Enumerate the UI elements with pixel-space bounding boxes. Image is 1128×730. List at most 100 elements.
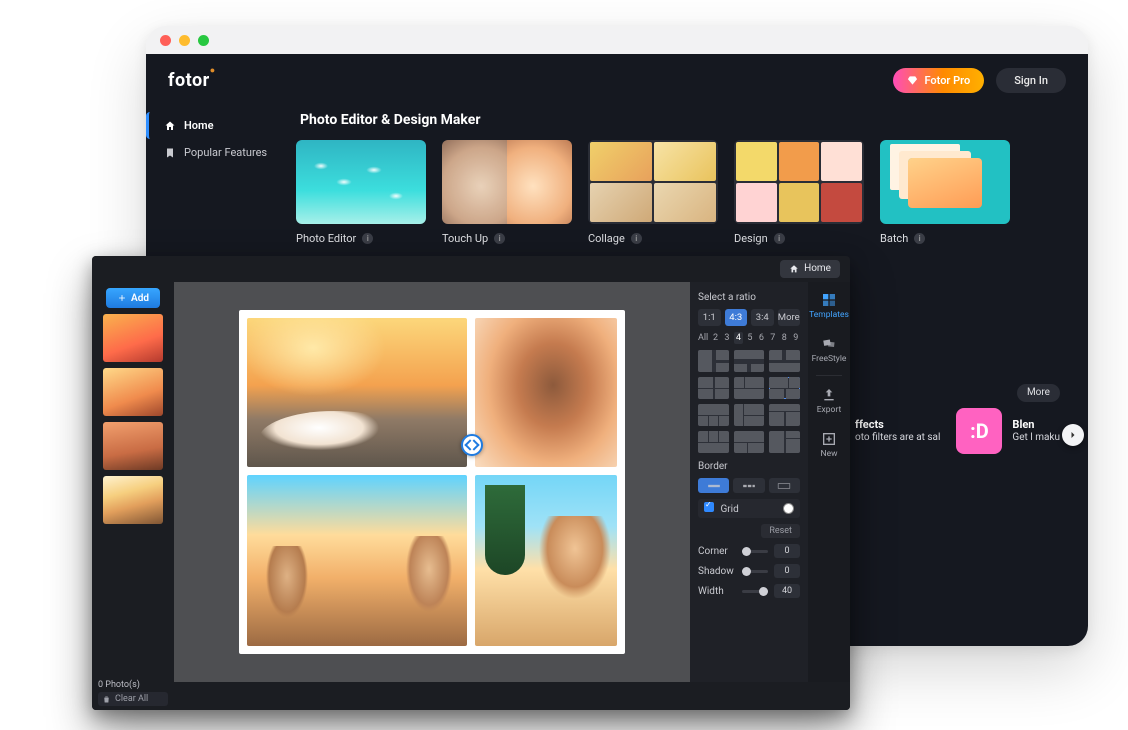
card-thumb [734, 140, 864, 224]
layout-option[interactable] [734, 404, 765, 426]
add-photo-button[interactable]: Add [106, 288, 160, 308]
count-option[interactable]: 6 [757, 332, 765, 344]
brand-logo: fotor● [168, 70, 216, 91]
collage-cell[interactable] [247, 318, 467, 467]
border-mode-option[interactable] [733, 478, 764, 493]
slider-value: 0 [774, 544, 800, 558]
layout-option[interactable] [698, 404, 729, 426]
minimize-traffic-light[interactable] [179, 35, 190, 46]
tray-thumb[interactable] [103, 314, 163, 362]
width-slider[interactable]: Width 40 [698, 584, 800, 598]
promo-chip-effects[interactable]: ffects oto filters are at sal [855, 408, 940, 454]
shadow-slider[interactable]: Shadow 0 [698, 564, 800, 578]
add-photo-label: Add [131, 293, 149, 304]
info-icon[interactable]: i [631, 233, 642, 244]
signin-button[interactable]: Sign In [996, 68, 1066, 93]
layout-option[interactable] [698, 350, 729, 372]
promo-row: ffects oto filters are at sal Blen Get l… [855, 408, 1060, 454]
tab-new[interactable]: New [810, 427, 848, 463]
info-icon[interactable]: i [362, 233, 373, 244]
tab-export[interactable]: Export [810, 383, 848, 419]
card-thumb [442, 140, 572, 224]
reset-button[interactable]: Reset [761, 524, 800, 538]
promo-chip-blend[interactable]: Blen Get l maku [956, 408, 1060, 454]
home-icon [789, 264, 799, 274]
count-option[interactable]: 5 [746, 332, 754, 344]
tray-thumb[interactable] [103, 368, 163, 416]
zoom-traffic-light[interactable] [198, 35, 209, 46]
layout-option[interactable] [769, 404, 800, 426]
card-design[interactable]: Designi [734, 140, 864, 245]
grid-checkbox[interactable] [704, 502, 714, 512]
grid-color-swatch[interactable] [783, 503, 794, 514]
collage-cell[interactable] [475, 318, 617, 467]
ratio-option[interactable]: 3:4 [751, 309, 774, 326]
count-option[interactable]: 7 [769, 332, 777, 344]
count-option[interactable]: 2 [711, 332, 719, 344]
tab-templates[interactable]: Templates [810, 288, 848, 324]
count-option[interactable]: 8 [780, 332, 788, 344]
border-mode-option[interactable] [698, 478, 729, 493]
info-icon[interactable]: i [914, 233, 925, 244]
slider-track[interactable] [742, 570, 768, 573]
info-icon[interactable]: i [774, 233, 785, 244]
layout-option[interactable] [698, 431, 729, 453]
sidebar-item-home[interactable]: Home [146, 112, 296, 139]
fotor-pro-button[interactable]: Fotor Pro [893, 68, 984, 93]
sidebar-item-popular[interactable]: Popular Features [146, 139, 296, 166]
ratio-segmented: 1:1 4:3 3:4 More [698, 309, 800, 326]
corner-slider[interactable]: Corner 0 [698, 544, 800, 558]
slider-track[interactable] [742, 590, 768, 593]
cell-count-strip: All 2 3 4 5 6 7 8 9 [698, 332, 800, 344]
layout-option[interactable] [769, 377, 800, 399]
info-icon[interactable]: i [494, 233, 505, 244]
card-collage[interactable]: Collagei [588, 140, 718, 245]
border-mode-option[interactable] [769, 478, 800, 493]
new-icon [821, 431, 837, 447]
editor-home-button[interactable]: Home [780, 260, 840, 278]
ratio-option[interactable]: More [778, 309, 801, 326]
card-photo-editor[interactable]: Photo Editori [296, 140, 426, 245]
layout-option[interactable] [734, 350, 765, 372]
export-icon [821, 387, 837, 403]
carousel-next-button[interactable] [1062, 424, 1084, 446]
card-touch-up[interactable]: Touch Up i [442, 140, 572, 245]
diamond-icon [907, 75, 918, 86]
border-label: Border [698, 461, 800, 472]
count-option[interactable]: All [698, 332, 708, 344]
ratio-option[interactable]: 1:1 [698, 309, 721, 326]
more-button[interactable]: More [1017, 384, 1060, 402]
count-option[interactable]: 4 [734, 332, 742, 344]
count-option[interactable]: 9 [792, 332, 800, 344]
clear-all-button[interactable]: Clear All [98, 692, 168, 706]
card-batch[interactable]: Batchi [880, 140, 1010, 245]
divider-drag-handle[interactable] [461, 434, 483, 456]
layout-option[interactable] [769, 350, 800, 372]
tray-thumb[interactable] [103, 476, 163, 524]
photo-count: 0 Photo(s) [98, 680, 168, 690]
plus-icon [117, 293, 127, 303]
collage-cell[interactable] [247, 475, 467, 646]
count-option[interactable]: 3 [723, 332, 731, 344]
grid-toggle-row: Grid [698, 499, 800, 518]
layout-option[interactable] [769, 431, 800, 453]
tray-thumb[interactable] [103, 422, 163, 470]
collage-cell[interactable] [475, 475, 617, 646]
close-traffic-light[interactable] [160, 35, 171, 46]
tab-label: FreeStyle [812, 354, 847, 364]
grid-label: Grid [720, 504, 738, 515]
sidebar-item-label: Home [184, 119, 214, 132]
chevron-right-icon [1067, 429, 1079, 441]
section-title: Photo Editor & Design Maker [300, 112, 1088, 128]
layout-option[interactable] [698, 377, 729, 399]
tab-freestyle[interactable]: FreeStyle [810, 332, 848, 368]
card-thumb [588, 140, 718, 224]
editor-home-label: Home [804, 263, 831, 274]
card-label: Design [734, 232, 768, 245]
card-label: Touch Up [442, 232, 488, 245]
ratio-option[interactable]: 4:3 [725, 309, 748, 326]
layout-option[interactable] [734, 431, 765, 453]
slider-track[interactable] [742, 550, 768, 553]
layout-option[interactable] [734, 377, 765, 399]
collage-canvas[interactable] [239, 310, 625, 654]
